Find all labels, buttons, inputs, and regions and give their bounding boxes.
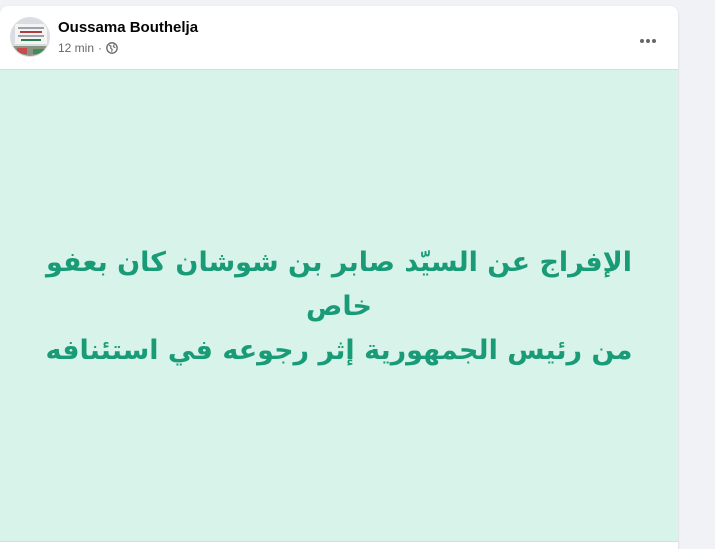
post-background[interactable]: الإفراج عن السيّد صابر بن شوشان كان بعفو… [0,69,678,542]
post-timestamp[interactable]: 12 min [58,41,94,55]
post-footer [0,542,678,549]
post-text-line-2: من رئيس الجمهورية إثر رجوعه في استئنافه [45,334,633,366]
avatar-image [11,18,49,56]
globe-icon[interactable] [106,42,118,54]
post-meta: 12 min · [58,40,118,56]
post-header: Oussama Bouthelja 12 min · [0,6,678,69]
post-text: الإفراج عن السيّد صابر بن شوشان كان بعفو… [19,241,659,373]
post-text-line-1: الإفراج عن السيّد صابر بن شوشان كان بعفو… [45,246,632,322]
more-options-icon [640,39,656,43]
page-background [678,0,715,549]
avatar[interactable] [10,17,50,57]
post-card: Oussama Bouthelja 12 min · الإفراج عن ال… [0,6,678,549]
author-name[interactable]: Oussama Bouthelja [58,19,198,36]
more-options-button[interactable] [630,23,666,59]
meta-separator: · [98,41,103,55]
